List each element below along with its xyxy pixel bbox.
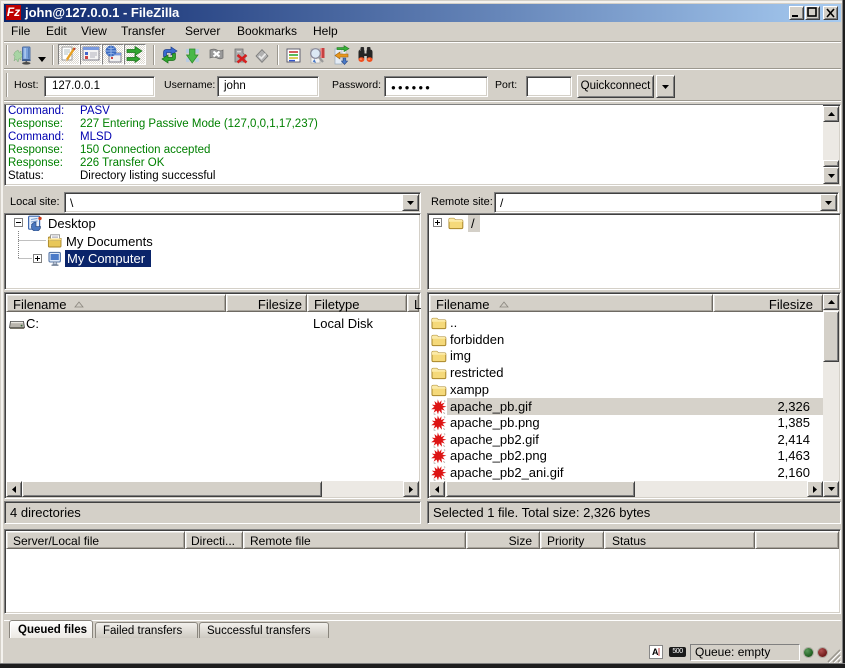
svg-text:A: A <box>652 647 659 657</box>
